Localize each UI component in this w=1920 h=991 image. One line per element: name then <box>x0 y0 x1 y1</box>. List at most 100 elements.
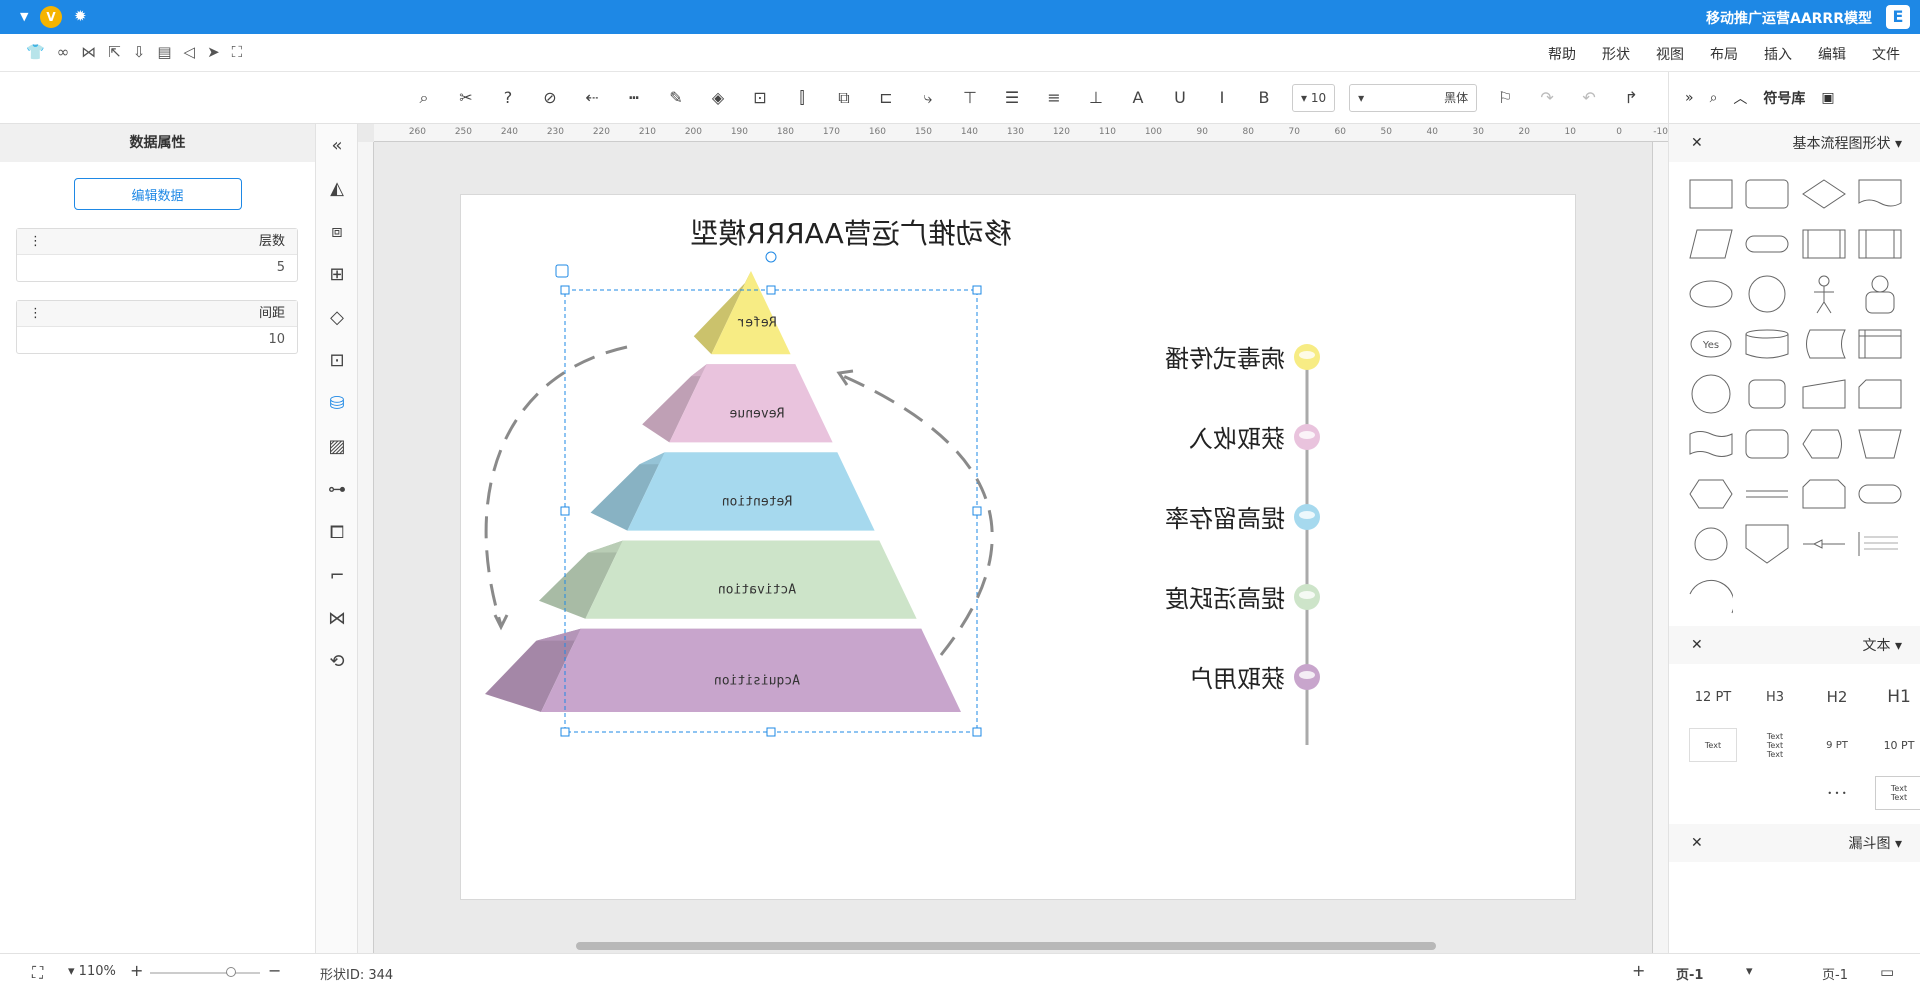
shape-diamond[interactable] <box>1801 174 1846 214</box>
forward-icon[interactable]: ↱ <box>1617 84 1645 112</box>
shape-tape[interactable] <box>1689 424 1733 464</box>
timeline[interactable]: 病毒式传播获取收入提高留存率提高活跃度获取用户 <box>1165 344 1320 745</box>
text-align-icon[interactable]: ≡ <box>1040 84 1068 112</box>
shape-small-circle[interactable] <box>1689 524 1733 564</box>
database-icon[interactable]: ⛁ <box>316 382 358 425</box>
menu-layout[interactable]: 布局 <box>1710 44 1738 64</box>
presentation-icon[interactable]: ⊡ <box>316 339 358 382</box>
font-family-select[interactable]: ▾ 黑体 <box>1349 84 1478 112</box>
shape-parallelogram[interactable] <box>1689 224 1733 264</box>
fill-color-icon[interactable]: ◈ <box>704 84 732 112</box>
menu-insert[interactable]: 插入 <box>1764 44 1792 64</box>
text-style-9pt[interactable]: 9 PT <box>1813 728 1861 762</box>
library-search-icon[interactable]: ⌕ <box>1710 90 1718 106</box>
shape-cylinder-h[interactable] <box>1745 374 1789 414</box>
shape-pill[interactable] <box>1858 474 1902 514</box>
close-icon[interactable]: ✕ <box>1691 135 1703 151</box>
zoom-slider[interactable] <box>150 972 260 974</box>
timeline-item[interactable]: 病毒式传播 <box>1165 344 1320 373</box>
collapse-panel-icon[interactable]: « <box>316 124 358 167</box>
shape-loop-limit[interactable] <box>1802 474 1846 514</box>
position-icon[interactable]: ⊏ <box>872 84 900 112</box>
text-style-h3[interactable]: H3 <box>1751 680 1799 714</box>
shape-user[interactable] <box>1858 274 1902 314</box>
italic-icon[interactable]: I <box>1208 84 1236 112</box>
timeline-item[interactable]: 获取用户 <box>1189 664 1320 693</box>
shape-circle[interactable] <box>1745 274 1789 314</box>
shape-rounded-rect[interactable] <box>1745 174 1789 214</box>
aarrr-diagram[interactable]: 移动推广运营AARRR模型 Refer Revenue Retention Activ… <box>461 195 1577 901</box>
tools-icon[interactable]: ✂ <box>452 84 480 112</box>
menu-shape[interactable]: 形状 <box>1602 44 1630 64</box>
section-header-text[interactable]: ✕ 文本 ▾ <box>1669 626 1920 664</box>
pyramid-layer[interactable]: Acquisition <box>485 628 961 712</box>
fill-bucket-icon[interactable]: ◭ <box>316 167 358 210</box>
shape-stored-data[interactable] <box>1802 324 1846 364</box>
textbox-icon[interactable]: ⊤ <box>956 84 984 112</box>
section-header-flowchart[interactable]: ✕ 基本流程图形状 ▾ <box>1669 124 1920 162</box>
history-icon[interactable]: ⟲ <box>316 640 358 683</box>
shape-lines[interactable] <box>1745 474 1789 514</box>
hint-icon[interactable]: ? <box>494 84 522 112</box>
more-icon[interactable]: ⋮ <box>29 301 42 326</box>
bold-icon[interactable]: B <box>1250 84 1278 112</box>
page-dropdown-icon[interactable]: ▾ <box>1746 964 1753 979</box>
play-icon[interactable]: ◁ <box>184 43 196 61</box>
shape-connector-circle[interactable] <box>1689 374 1733 414</box>
page-tab[interactable]: 页-1 <box>1676 964 1703 983</box>
canvas-area[interactable]: -10 0 10 20 30 40 50 60 70 80 90 100 110 120 130 140 150… <box>358 124 1668 953</box>
font-size-select[interactable]: ▾ 10 <box>1292 84 1336 112</box>
rotate-handle[interactable] <box>765 251 777 263</box>
shape-hexagon[interactable] <box>1689 474 1733 514</box>
shape-arc[interactable] <box>1689 574 1733 614</box>
shape-rounded-box[interactable] <box>1745 424 1789 464</box>
shape-actor[interactable] <box>1802 274 1846 314</box>
edit-data-button[interactable]: 编辑数据 <box>73 178 242 210</box>
link-icon[interactable]: ∞ <box>57 43 70 61</box>
puzzle-icon[interactable]: ⧠ <box>316 511 358 554</box>
underline-icon[interactable]: U <box>1166 84 1194 112</box>
share-icon[interactable]: ⋈ <box>81 43 96 61</box>
text-style-box[interactable]: Text <box>1689 728 1737 762</box>
undo-icon[interactable]: ↶ <box>1575 84 1603 112</box>
arrange-icon[interactable]: ⧉ <box>830 84 858 112</box>
resize-handle[interactable] <box>560 506 570 516</box>
zoom-out-icon[interactable]: − <box>268 961 281 980</box>
zoom-in-icon[interactable]: + <box>130 961 143 980</box>
prop-value-input[interactable]: 10 <box>17 327 297 353</box>
line-color-icon[interactable]: ✎ <box>662 84 690 112</box>
resize-handle[interactable] <box>972 727 982 737</box>
shape-manual-operation[interactable] <box>1858 424 1902 464</box>
text-style-box-text[interactable]: Text Text <box>1875 776 1920 810</box>
text-style-12pt[interactable]: 12 PT <box>1689 680 1737 714</box>
timeline-item[interactable]: 提高留存率 <box>1165 504 1320 533</box>
connector-icon[interactable]: ⤷ <box>914 84 942 112</box>
zoom-select[interactable]: ▾ 110% <box>68 964 116 979</box>
shape-arrow-line[interactable] <box>1802 524 1846 564</box>
text-style-h2[interactable]: H2 <box>1813 680 1861 714</box>
text-style-list[interactable]: • • • <box>1813 776 1861 810</box>
format-painter-icon[interactable]: ⚐ <box>1491 84 1519 112</box>
resize-handle[interactable] <box>972 285 982 295</box>
menu-view[interactable]: 视图 <box>1656 44 1684 64</box>
menu-edit[interactable]: 编辑 <box>1818 44 1846 64</box>
resize-handle[interactable] <box>560 727 570 737</box>
close-icon[interactable]: ✕ <box>1691 637 1703 653</box>
org-chart-icon[interactable]: ⊶ <box>316 468 358 511</box>
shape-display[interactable] <box>1802 424 1846 464</box>
resize-handle[interactable] <box>766 727 776 737</box>
pyramid-layer[interactable]: Revenue <box>642 364 833 443</box>
export-icon[interactable]: ⇱ <box>108 43 121 61</box>
shape-process[interactable] <box>1802 224 1846 264</box>
cursor-icon[interactable]: ➤ <box>207 43 220 61</box>
style-icon[interactable]: ⧈ <box>316 210 358 253</box>
grid-icon[interactable]: ⊞ <box>316 253 358 296</box>
shape-terminator[interactable] <box>1745 224 1789 264</box>
align-icon[interactable]: ⫿ <box>788 84 816 112</box>
text-style-h1[interactable]: H1 <box>1875 680 1920 714</box>
page-selector[interactable]: 页-1 <box>1822 964 1848 983</box>
resize-handle[interactable] <box>972 506 982 516</box>
shape-annotation[interactable] <box>1858 524 1902 564</box>
chevron-up-icon[interactable]: ︿ <box>1733 88 1747 108</box>
group-icon[interactable]: ⊡ <box>746 84 774 112</box>
